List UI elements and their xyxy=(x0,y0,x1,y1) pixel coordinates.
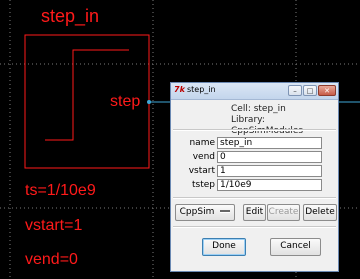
done-button[interactable]: Done xyxy=(202,238,246,256)
properties-dialog: 7k step_in – □ ✕ Cell: step_in Library: … xyxy=(170,82,339,272)
port-pin[interactable] xyxy=(147,100,151,104)
cancel-button[interactable]: Cancel xyxy=(270,238,321,256)
divider xyxy=(173,197,336,199)
field-row-tstep: tstep xyxy=(171,179,340,192)
name-field[interactable] xyxy=(217,137,322,149)
port-label: step xyxy=(110,93,141,110)
edit-button[interactable]: Edit xyxy=(243,204,266,221)
field-label-vstart: vstart xyxy=(188,166,215,176)
divider xyxy=(173,226,336,228)
maximize-button[interactable]: □ xyxy=(303,85,317,96)
schematic-title: step_in xyxy=(41,6,100,26)
vstart-field[interactable] xyxy=(217,165,322,177)
delete-button[interactable]: Delete xyxy=(303,204,337,221)
param-ts: ts=1/10e9 xyxy=(25,182,96,199)
field-label-vend: vend xyxy=(192,152,215,162)
dialog-titlebar[interactable]: 7k step_in – □ ✕ xyxy=(171,83,338,100)
field-row-name: name xyxy=(171,137,340,150)
minimize-button[interactable]: – xyxy=(288,85,302,96)
divider xyxy=(173,129,336,131)
cell-name-line: Cell: step_in xyxy=(231,104,286,114)
create-button[interactable]: Create xyxy=(267,204,300,221)
simulator-menu-value: CppSim xyxy=(179,207,215,217)
param-vstart: vstart=1 xyxy=(25,217,83,234)
field-row-vstart: vstart xyxy=(171,165,340,178)
field-label-name: name xyxy=(189,138,215,148)
field-row-vend: vend xyxy=(171,151,340,164)
library-line: Library: CppSimModules xyxy=(231,115,304,136)
vend-field[interactable] xyxy=(217,151,322,163)
field-label-tstep: tstep xyxy=(192,180,215,190)
tk-feather-icon: 7k xyxy=(174,85,185,94)
menu-indicator-icon xyxy=(220,210,231,213)
cell-info: Cell: step_in Library: CppSimModules xyxy=(231,104,338,137)
tstep-field[interactable] xyxy=(217,179,322,191)
dialog-title: step_in xyxy=(187,85,216,94)
close-button[interactable]: ✕ xyxy=(318,85,336,96)
simulator-menu-button[interactable]: CppSim xyxy=(175,204,235,221)
param-vend: vend=0 xyxy=(25,251,78,268)
